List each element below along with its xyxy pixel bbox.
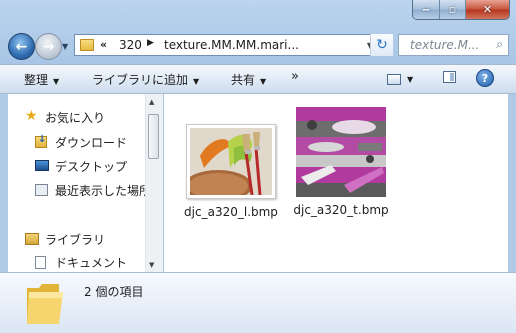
address-overflow-chevron[interactable]: « [100, 38, 107, 51]
explorer-window: ‒ ▫ ✕ ← → ▼ « 320 ▶ texture.MM.MM.mari..… [0, 0, 516, 333]
refresh-button[interactable]: ↻ [370, 34, 393, 56]
aircraft-texture-thumbnail [296, 107, 386, 197]
help-button[interactable]: ? [476, 69, 494, 87]
sidebar-item-label: ダウンロード [55, 136, 128, 150]
command-bar: 整理 ▼ ライブラリに追加 ▼ 共有 ▼ » ▼ ? [0, 64, 516, 94]
chevron-down-icon: ▼ [193, 77, 200, 86]
forward-arrow-icon: → [42, 38, 55, 55]
search-icon[interactable]: ⌕ [496, 37, 503, 52]
sidebar-item-label: お気に入り [45, 111, 106, 125]
preview-pane-button[interactable] [443, 71, 456, 83]
scroll-up-icon[interactable]: ▲ [149, 98, 154, 106]
file-item[interactable]: djc_a320_l.bmp [176, 124, 286, 220]
star-icon: ★ [25, 108, 38, 124]
chevron-down-icon: ▼ [260, 77, 267, 86]
desktop-icon [35, 160, 49, 171]
breadcrumb-separator-icon[interactable]: ▶ [147, 38, 154, 48]
close-icon: ✕ [482, 3, 493, 16]
caption-buttons: ‒ ▫ ✕ [412, 0, 510, 20]
breadcrumb-segment-texture[interactable]: texture.MM.MM.mari... [164, 38, 299, 52]
details-pane: 2 個の項目 [0, 272, 516, 333]
navigation-pane: ★ お気に入り ダウンロード デスクトップ 最近表示した場所 ライブラリ ドキュ… [8, 94, 163, 272]
sidebar-item-label: デスクトップ [55, 160, 128, 174]
window-frame-left [0, 94, 8, 272]
organize-button[interactable]: 整理 ▼ [24, 71, 59, 88]
chevron-down-icon: ▼ [53, 77, 60, 86]
sidebar-item-label: ライブラリ [45, 233, 106, 247]
change-view-button[interactable]: ▼ [387, 70, 423, 88]
organize-label: 整理 [24, 73, 49, 87]
folder-icon [25, 280, 65, 326]
download-folder-icon [35, 134, 47, 148]
close-button[interactable]: ✕ [465, 0, 509, 19]
chevron-down-icon: ▼ [407, 74, 414, 84]
file-name: djc_a320_l.bmp [184, 205, 278, 219]
navigation-bar: ← → ▼ « 320 ▶ texture.MM.MM.mari... ▼ ↻ … [0, 26, 516, 64]
back-button[interactable]: ← [8, 33, 35, 60]
paint-texture-thumbnail [184, 124, 276, 202]
folder-icon [80, 39, 94, 51]
maximize-button[interactable]: ▫ [439, 0, 465, 19]
window-frame-right [508, 94, 516, 272]
item-count: 2 個の項目 [84, 285, 144, 299]
address-bar[interactable]: « 320 ▶ texture.MM.MM.mari... ▼ ↻ [74, 34, 393, 56]
breadcrumb-segment-320[interactable]: 320 [119, 38, 142, 52]
minimize-button[interactable]: ‒ [413, 0, 439, 19]
share-label: 共有 [231, 73, 256, 87]
file-item[interactable]: djc_a320_t.bmp [286, 107, 396, 218]
add-to-library-label: ライブラリに追加 [92, 73, 189, 87]
minimize-icon: ‒ [422, 3, 430, 16]
refresh-icon: ↻ [376, 37, 388, 53]
search-placeholder: texture.M... [410, 38, 480, 52]
more-commands-button[interactable]: » [291, 69, 299, 84]
back-arrow-icon: ← [15, 38, 28, 55]
search-box[interactable]: texture.M... ⌕ [398, 34, 509, 56]
recent-pages-dropdown[interactable]: ▼ [62, 42, 68, 51]
navigation-pane-scrollbar[interactable]: ▲ ▼ [145, 94, 163, 272]
file-name: djc_a320_t.bmp [293, 203, 389, 217]
forward-button[interactable]: → [35, 33, 62, 60]
share-button[interactable]: 共有 ▼ [231, 71, 266, 88]
sidebar-item-label: 最近表示した場所 [55, 184, 152, 198]
view-icon [387, 73, 401, 85]
sidebar-item-label: ドキュメント [55, 256, 128, 270]
add-to-library-button[interactable]: ライブラリに追加 ▼ [92, 71, 199, 88]
recent-places-icon [35, 184, 48, 196]
document-icon [35, 256, 46, 269]
scroll-down-icon[interactable]: ▼ [149, 261, 154, 269]
file-list: djc_a320_l.bmp djc_a320_t.bmp [164, 94, 508, 272]
maximize-icon: ▫ [448, 3, 457, 16]
scrollbar-thumb[interactable] [148, 114, 159, 159]
library-icon [25, 233, 39, 245]
